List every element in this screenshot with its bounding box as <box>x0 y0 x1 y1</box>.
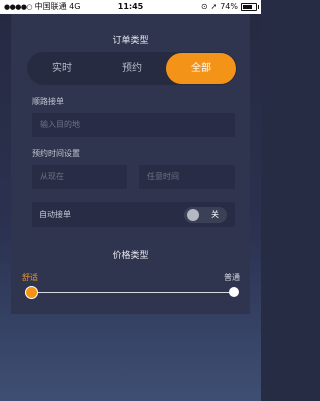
start-time-input[interactable]: 从现在 <box>32 165 127 189</box>
auto-accept-label: 自动接单 <box>39 210 71 219</box>
price-type-title: 价格类型 <box>112 251 149 261</box>
toggle-knob <box>187 209 199 221</box>
destination-input[interactable]: 输入目的地 <box>32 113 235 137</box>
price-slider-handle-comfort[interactable] <box>25 286 38 299</box>
battery-percent: 74% <box>220 2 238 11</box>
orientation-lock-icon: ⊙ <box>200 2 208 11</box>
battery-fill <box>243 5 252 9</box>
reservation-time-label: 预约时间设置 <box>32 149 80 158</box>
auto-accept-toggle[interactable]: 关 <box>184 207 227 223</box>
price-slider-track[interactable] <box>31 292 234 293</box>
price-slider-handle-normal[interactable] <box>229 287 239 297</box>
toggle-state-text: 关 <box>211 210 219 219</box>
end-time-input[interactable]: 任意时间 <box>139 165 235 189</box>
order-type-option-realtime[interactable]: 实时 <box>27 52 97 85</box>
route-order-label: 顺路接单 <box>32 97 64 106</box>
order-type-option-all[interactable]: 全部 <box>166 53 236 84</box>
battery-icon <box>241 3 259 11</box>
status-right: ⊙ ➚ 74% <box>200 0 259 14</box>
status-bar: ●●●●○ 中国联通 4G 11:45 ⊙ ➚ 74% <box>0 0 261 14</box>
order-type-option-reserved[interactable]: 预约 <box>97 52 167 85</box>
auto-accept-row: 自动接单 关 <box>32 202 235 227</box>
location-arrow-icon: ➚ <box>210 2 218 11</box>
price-comfort-label: 舒适 <box>22 273 38 282</box>
price-normal-label: 普通 <box>224 273 240 282</box>
order-type-title: 订单类型 <box>112 36 149 46</box>
order-type-segmented-control: 实时 预约 全部 <box>27 52 237 85</box>
